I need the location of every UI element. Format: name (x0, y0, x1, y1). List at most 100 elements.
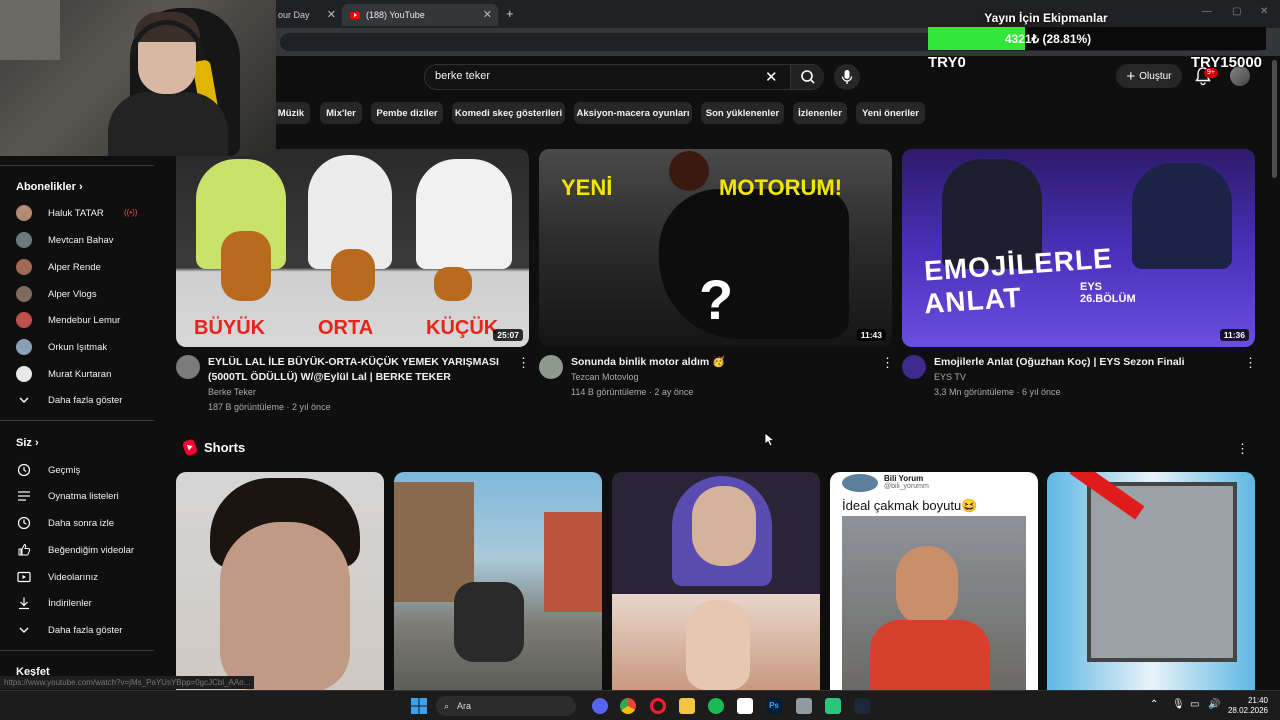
microphone-icon (841, 70, 853, 84)
taskbar-search[interactable]: ⌕ Ara (436, 696, 576, 716)
show-more-you[interactable]: Daha fazla göster (16, 620, 122, 640)
playlist-icon (16, 488, 32, 504)
chip-aksiyon[interactable]: Aksiyon-macera oyunları (574, 102, 692, 124)
chip-muzik[interactable]: Müzik (272, 102, 310, 124)
more-options-icon[interactable]: ⋮ (517, 356, 530, 370)
shorts-heading: Shorts (181, 438, 245, 457)
goal-progress-bar: 4321₺ (28.81%) (928, 27, 1266, 50)
short-thumbnail[interactable] (612, 472, 820, 690)
show-more-subscriptions[interactable]: Daha fazla göster (16, 390, 122, 410)
chrome-icon[interactable] (620, 698, 636, 714)
video-title[interactable]: Emojilerle Anlat (Oğuzhan Koç) | EYS Sez… (934, 355, 1234, 370)
volume-icon[interactable]: 🔊 (1208, 699, 1220, 710)
video-title-line: EYLÜL LAL İLE BÜYÜK-ORTA-KÜÇÜK YEMEK YAR… (208, 356, 499, 368)
more-options-icon[interactable]: ⋮ (1244, 356, 1257, 370)
goal-amount: 4321₺ (28.81%) (1004, 32, 1092, 46)
chip-komedi[interactable]: Komedi skeç gösterileri (452, 102, 565, 124)
chevron-down-icon (16, 392, 32, 408)
sidebar-item-label: Daha sonra izle (48, 517, 115, 529)
sidebar-item-downloads[interactable]: İndirilenler (16, 593, 92, 613)
video-title[interactable]: Sonunda binlik motor aldım 🥳 (571, 355, 871, 370)
more-options-icon[interactable]: ⋮ (1236, 442, 1249, 456)
channel-avatar[interactable] (539, 355, 563, 379)
new-tab-icon[interactable]: + (506, 6, 514, 21)
chip-mixler[interactable]: Mix'ler (320, 102, 362, 124)
chip-yeni-oneriler[interactable]: Yeni öneriler (856, 102, 925, 124)
channel-avatar[interactable] (176, 355, 200, 379)
short-thumbnail[interactable]: Bili Yorum @bili_yorumm İdeal çakmak boy… (830, 472, 1038, 690)
short-thumbnail[interactable] (176, 472, 384, 690)
tab-youtube[interactable]: (188) YouTube ✕ (342, 4, 498, 26)
tab-other[interactable]: our Day ✕ (270, 4, 342, 26)
thumbnail-jacket (870, 620, 990, 690)
spotify-icon[interactable] (708, 698, 724, 714)
voice-search-button[interactable] (834, 64, 860, 90)
capcut-icon[interactable] (737, 698, 753, 714)
video-thumbnail[interactable]: EMOJİLERLE ANLAT EYS 26.BÖLÜM 11:36 (902, 149, 1255, 347)
sidebar-item-your-videos[interactable]: Videolarınız (16, 567, 98, 587)
video-meta: 187 B görüntüleme · 2 yıl önce (208, 402, 331, 412)
search-button[interactable] (790, 65, 824, 89)
duration-badge: 11:43 (856, 329, 886, 341)
chip-son-yuklenenler[interactable]: Son yüklenenler (701, 102, 784, 124)
sidebar-item-label: Geçmiş (48, 464, 81, 476)
thumbnail-person (416, 159, 512, 269)
short-thumbnail[interactable] (394, 472, 602, 690)
settings-app-icon[interactable] (796, 698, 812, 714)
channel-name[interactable]: Berke Teker (208, 387, 256, 397)
status-url: https://www.youtube.com/watch?v=jMs_PaYU… (0, 676, 255, 689)
close-icon[interactable]: ✕ (327, 8, 336, 21)
steam-icon[interactable] (854, 698, 870, 714)
thumbnail-text: YENİ (561, 175, 613, 200)
sidebar-item-watch-later[interactable]: Daha sonra izle (16, 513, 114, 533)
clock-icon (16, 515, 32, 531)
video-title-line: Sonunda binlik motor aldım 🥳 (571, 356, 726, 368)
sidebar-item-liked-videos[interactable]: Beğendiğim videolar (16, 540, 134, 560)
sidebar-item-mendebur-lemur[interactable]: Mendebur Lemur (16, 310, 120, 330)
sidebar-item-alper-rende[interactable]: Alper Rende (16, 257, 101, 277)
more-options-icon[interactable]: ⋮ (881, 356, 894, 370)
subscriptions-heading[interactable]: Abonelikler › (16, 181, 83, 193)
sidebar-item-haluk-tatar[interactable]: Haluk TATAR (16, 203, 104, 223)
you-heading[interactable]: Siz › (16, 437, 39, 449)
discord-icon[interactable] (592, 698, 608, 714)
sidebar-item-mevtcan-bahav[interactable]: Mevtcan Bahav (16, 230, 113, 250)
sidebar-item-playlists[interactable]: Oynatma listeleri (16, 486, 119, 506)
close-icon[interactable]: ✕ (483, 8, 492, 21)
channel-name[interactable]: Tezcan Motovlog (571, 372, 639, 382)
thumbnail-text: BÜYÜK (194, 317, 266, 339)
chevron-up-icon[interactable]: ⌃ (1150, 699, 1158, 710)
short-thumbnail[interactable] (1047, 472, 1255, 690)
chip-pembe-diziler[interactable]: Pembe diziler (371, 102, 443, 124)
video-title[interactable]: EYLÜL LAL İLE BÜYÜK-ORTA-KÜÇÜK YEMEK YAR… (208, 355, 508, 385)
windows-start-icon[interactable] (411, 698, 427, 714)
microphone-tray-icon[interactable]: 🎙 (1172, 699, 1185, 710)
sidebar-item-history[interactable]: Geçmiş (16, 460, 80, 480)
thumbnail-burger (434, 267, 472, 301)
you-title: Siz (16, 437, 32, 449)
shorts-icon (181, 438, 199, 457)
photoshop-icon[interactable]: Ps (766, 698, 782, 714)
video-thumbnail[interactable]: YENİ MOTORUM! ? 11:43 (539, 149, 892, 347)
thumbnail-truck (1087, 482, 1237, 662)
file-explorer-icon[interactable] (679, 698, 695, 714)
search-input[interactable] (435, 70, 755, 82)
app-icon[interactable] (825, 698, 841, 714)
chevron-right-icon: › (34, 437, 39, 449)
youtube-favicon-icon (350, 11, 360, 19)
clear-icon[interactable]: ✕ (765, 68, 778, 86)
video-thumbnail[interactable]: BÜYÜK ORTA KÜÇÜK 25:07 (176, 149, 529, 347)
sidebar-item-orkun-isitmak[interactable]: Orkun Işıtmak (16, 337, 107, 357)
channel-avatar (16, 232, 32, 248)
channel-avatar[interactable] (902, 355, 926, 379)
page-scrollbar[interactable] (1272, 60, 1277, 178)
taskbar-clock[interactable]: 21:40 28.02.2026 (1228, 696, 1268, 716)
opera-icon[interactable] (650, 698, 666, 714)
sidebar-item-murat-kurtaran[interactable]: Murat Kurtaran (16, 364, 111, 384)
sidebar-item-alper-vlogs[interactable]: Alper Vlogs (16, 284, 97, 304)
chip-izlenenler[interactable]: İzlenenler (793, 102, 847, 124)
channel-name[interactable]: EYS TV (934, 372, 966, 382)
network-icon[interactable]: ▭ (1190, 699, 1199, 710)
channel-avatar (16, 286, 32, 302)
sidebar-divider (0, 165, 154, 166)
